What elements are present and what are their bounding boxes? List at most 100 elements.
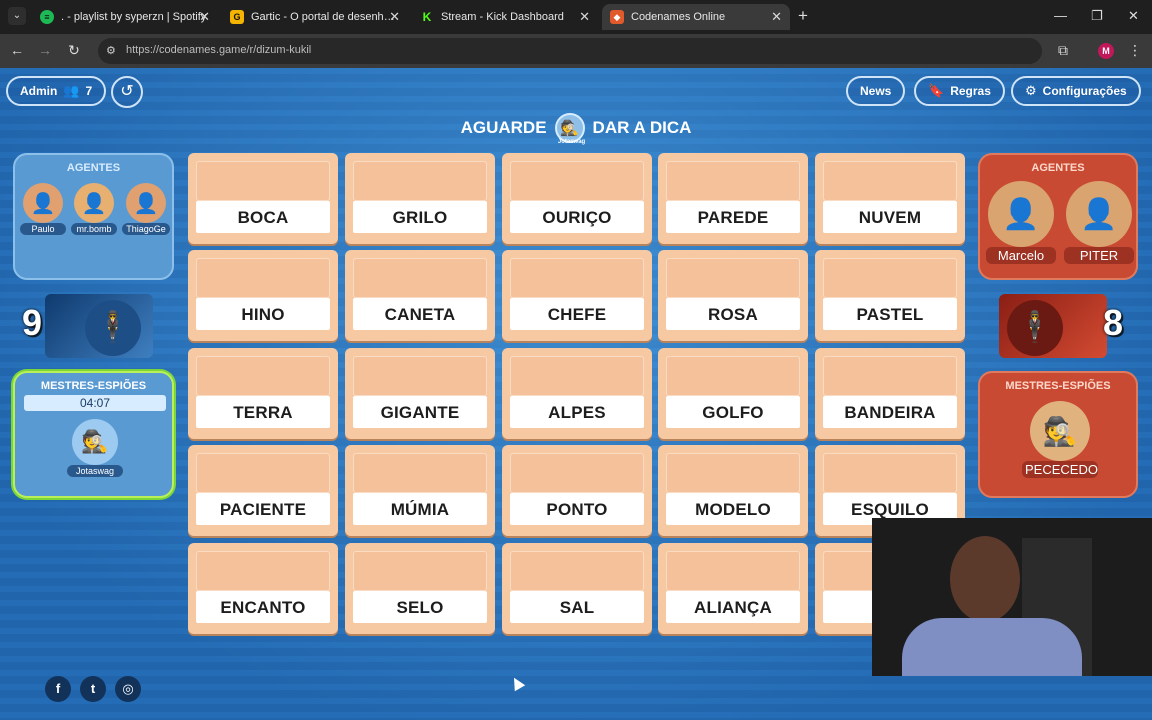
card-top [666,551,800,591]
turn-timer: 04:07 [24,395,166,411]
profile-avatar[interactable]: M [1098,43,1114,59]
blue-agent[interactable]: 👤 Paulo [20,183,66,235]
blue-score: 9 [22,302,43,343]
tab-gartic[interactable]: G Gartic - O portal de desenhos o ✕ [222,4,408,30]
card-word: ALPES [510,396,644,428]
word-card[interactable]: TERRA [188,348,338,439]
word-card[interactable]: BOCA [188,153,338,244]
card-word: CHEFE [510,298,644,330]
blue-agent[interactable]: 👤 ThiagoGe [122,183,170,235]
back-icon[interactable]: ← [8,42,26,58]
settings-button[interactable]: ⚙ Configurações [1011,76,1141,106]
site-info-icon[interactable]: ⚙ [106,44,116,57]
card-word: ROSA [666,298,800,330]
url-text[interactable]: https://codenames.game/r/dizum-kukil [126,44,311,56]
window-close-icon[interactable]: ✕ [1128,8,1139,24]
tab-spotify[interactable]: ≡ . - playlist by syperzn | Spotify ✕ [32,4,218,30]
word-card[interactable]: SELO [345,543,495,634]
tab-codenames[interactable]: ◆ Codenames Online ✕ [602,4,790,30]
word-card[interactable]: PASTEL [815,250,965,341]
avatar: 👤 [988,181,1054,247]
word-card[interactable]: PAREDE [658,153,808,244]
agent-name: ThiagoGe [122,223,170,235]
agent-name: Marcelo [986,247,1056,264]
card-word: NUVEM [823,201,957,233]
card-top [510,356,644,396]
close-icon[interactable]: ✕ [389,9,400,25]
close-icon[interactable]: ✕ [199,9,210,25]
admin-label: Admin [20,84,58,98]
tab-search-icon[interactable]: ⌄ [8,7,26,25]
red-spymasters-title: MESTRES-ESPIÕES [1005,380,1111,392]
red-agent[interactable]: 👤 Marcelo [986,181,1056,264]
minimize-icon[interactable]: — [1054,8,1067,23]
card-word: PACIENTE [196,493,330,525]
address-bar[interactable]: ⚙ https://codenames.game/r/dizum-kukil [98,38,1042,64]
word-card[interactable]: SAL [502,543,652,634]
red-agents-title: AGENTES [1031,162,1085,174]
restore-icon[interactable]: ❐ [1091,8,1103,24]
rules-button[interactable]: 🔖 Regras [914,76,1005,106]
card-word: PONTO [510,493,644,525]
agent-name: PITER [1064,247,1134,264]
avatar: 👤 [74,183,114,223]
turn-status: AGUARDE 🕵 Jotaswag DAR A DICA [0,113,1152,145]
word-card[interactable]: ALPES [502,348,652,439]
tab-kick[interactable]: K Stream - Kick Dashboard ✕ [412,4,598,30]
card-top [353,453,487,493]
word-card[interactable]: ENCANTO [188,543,338,634]
word-card[interactable]: GOLFO [658,348,808,439]
word-card[interactable]: PACIENTE [188,445,338,536]
word-card[interactable]: CHEFE [502,250,652,341]
card-word: GIGANTE [353,396,487,428]
blue-spymasters-panel: MESTRES-ESPIÕES 04:07 🕵 Jotaswag [13,371,174,498]
word-card[interactable]: PONTO [502,445,652,536]
avatar: 🕵 [72,419,118,465]
news-button[interactable]: News [846,76,906,106]
blue-agent[interactable]: 👤 mr.bomb [71,183,117,235]
word-card[interactable]: OURIÇO [502,153,652,244]
word-card[interactable]: MODELO [658,445,808,536]
card-word: PAREDE [666,201,800,233]
browser-toolbar: ← → ↻ ⚙ https://codenames.game/r/dizum-k… [0,34,1152,68]
red-agent[interactable]: 👤 PITER [1064,181,1134,264]
admin-button[interactable]: Admin 👥 7 [6,76,107,106]
word-card[interactable]: GRILO [345,153,495,244]
reset-icon[interactable]: ↺ [111,76,143,108]
card-word: GRILO [353,201,487,233]
spotify-icon: ≡ [40,10,54,24]
browser-menu-icon[interactable]: ⋮ [1126,42,1144,59]
red-spymaster[interactable]: 🕵 PECECEDO [1022,401,1098,478]
card-top [510,258,644,298]
extensions-icon[interactable]: ⧉ [1054,42,1072,59]
facebook-icon[interactable]: f [45,676,71,702]
word-card[interactable]: CANETA [345,250,495,341]
close-icon[interactable]: ✕ [579,9,590,25]
rules-label: Regras [950,84,991,98]
card-word: BANDEIRA [823,396,957,428]
reload-icon[interactable]: ↻ [65,42,83,59]
word-card[interactable]: HINO [188,250,338,341]
word-card[interactable]: GIGANTE [345,348,495,439]
card-word: ALIANÇA [666,591,800,623]
word-card[interactable]: BANDEIRA [815,348,965,439]
instagram-icon[interactable]: ◎ [115,676,141,702]
close-icon[interactable]: ✕ [771,9,782,25]
word-card[interactable]: MÚMIA [345,445,495,536]
card-word: PASTEL [823,298,957,330]
word-card[interactable]: ALIANÇA [658,543,808,634]
spymaster-name: PECECEDO [1022,461,1098,478]
blue-score-card: 🕴 [45,294,153,358]
forward-icon[interactable]: → [36,42,54,58]
blue-spymaster[interactable]: 🕵 Jotaswag [67,419,123,477]
card-word: TERRA [196,396,330,428]
card-top [196,258,330,298]
word-card[interactable]: ROSA [658,250,808,341]
twitter-icon[interactable]: t [80,676,106,702]
status-text-left: AGUARDE [460,118,547,137]
card-top [823,161,957,201]
red-spymasters-panel: MESTRES-ESPIÕES 🕵 PECECEDO [978,371,1138,498]
new-tab-icon[interactable]: + [798,6,808,26]
word-card[interactable]: NUVEM [815,153,965,244]
card-top [823,258,957,298]
